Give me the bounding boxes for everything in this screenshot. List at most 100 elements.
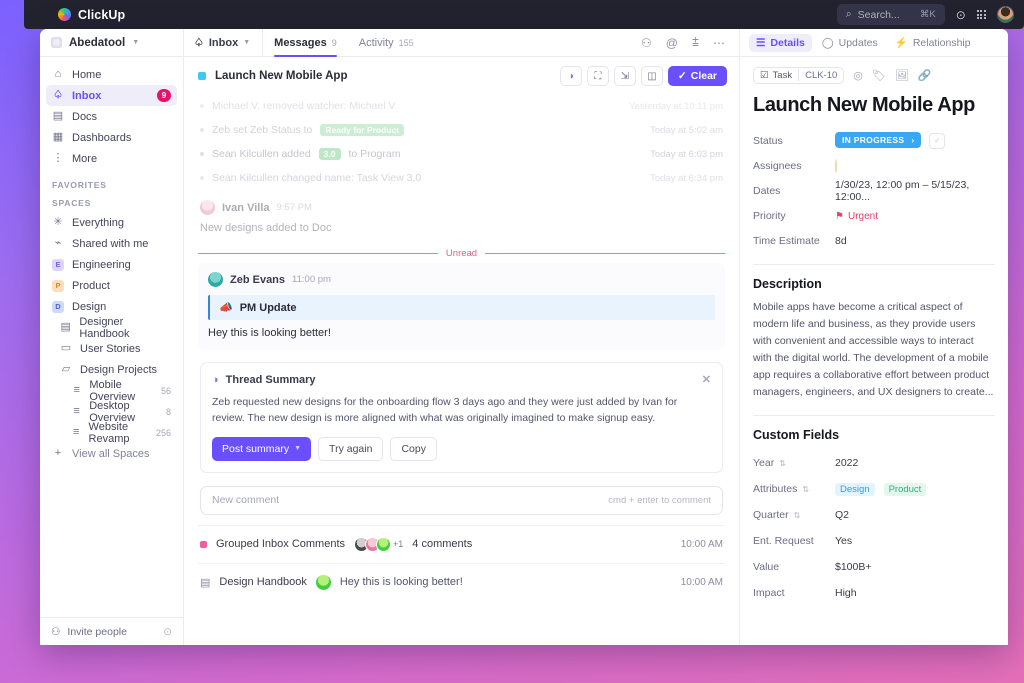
field-assignees[interactable]: Assignees bbox=[753, 153, 995, 178]
tab-updates[interactable]: ◯ Updates bbox=[815, 34, 885, 52]
field-time-estimate[interactable]: Time Estimate 8d bbox=[753, 228, 995, 253]
apps-grid-icon[interactable] bbox=[977, 10, 986, 19]
flag-icon: ⚑ bbox=[835, 211, 844, 222]
avatar[interactable] bbox=[997, 6, 1014, 23]
field-label-text: Year bbox=[753, 457, 774, 469]
tab-relationship[interactable]: ⚡ Relationship bbox=[888, 33, 978, 52]
view-all-spaces-button[interactable]: + View all Spaces bbox=[46, 443, 177, 464]
sidebar-item-everything[interactable]: ✳ Everything bbox=[46, 212, 177, 233]
copy-button[interactable]: Copy bbox=[390, 437, 437, 461]
divider-line bbox=[198, 253, 438, 254]
custom-field-year[interactable]: Year ⇅ 2022 bbox=[753, 450, 995, 476]
try-again-button[interactable]: Try again bbox=[318, 437, 383, 461]
link-icon[interactable]: 🔗 bbox=[918, 69, 932, 82]
more-vertical-icon: ⋮ bbox=[52, 153, 64, 164]
space-label: Product bbox=[72, 280, 110, 292]
message-ivan[interactable]: Ivan Villa 9:57 PM New designs added to … bbox=[198, 190, 725, 240]
panel-icon[interactable]: ◫ bbox=[641, 66, 663, 86]
workspace-switcher[interactable]: Abedatool ▼ bbox=[40, 29, 183, 57]
task-meta-row: ☑ Task CLK-10 ◎ 🏷 🖼 🔗 bbox=[753, 67, 995, 84]
sidebar-item-design[interactable]: D Design bbox=[46, 296, 177, 317]
field-value bbox=[835, 160, 837, 172]
list-item[interactable]: Grouped Inbox Comments +1 4 comments 10:… bbox=[198, 525, 725, 563]
sidebar-item-website-revamp[interactable]: ≡ Website Revamp 256 bbox=[46, 422, 177, 443]
activity-row[interactable]: Sean Kilcullen added 3.0 to Program Toda… bbox=[198, 142, 725, 166]
sidebar-item-mobile-overview[interactable]: ≡ Mobile Overview 56 bbox=[46, 380, 177, 401]
thread-scroll-area[interactable]: Michael V. removed watcher: Michael V. Y… bbox=[184, 94, 739, 645]
inbox-selector[interactable]: ♤ Inbox ▼ bbox=[194, 29, 263, 56]
search-input[interactable]: ⌕ Search... ⌘K bbox=[837, 4, 945, 25]
tab-activity[interactable]: Activity 155 bbox=[348, 29, 425, 56]
tab-label: Relationship bbox=[913, 37, 971, 49]
avatar[interactable] bbox=[835, 159, 837, 173]
expand-icon[interactable]: ⛶ bbox=[587, 66, 609, 86]
field-value: 1/30/23, 12:00 pm – 5/15/23, 12:00... bbox=[835, 179, 995, 203]
list-item[interactable]: ▤ Design Handbook Hey this is looking be… bbox=[198, 563, 725, 601]
close-icon[interactable]: ✕ bbox=[702, 373, 711, 386]
image-icon[interactable]: 🖼 bbox=[895, 69, 909, 82]
tab-details[interactable]: ☰ Details bbox=[749, 34, 812, 52]
collapse-icon[interactable]: ⇲ bbox=[614, 66, 636, 86]
field-status[interactable]: Status IN PROGRESS › ✓ bbox=[753, 128, 995, 153]
message-zeb[interactable]: Zeb Evans 11:00 pm 📣 PM Update Hey this … bbox=[198, 263, 725, 350]
new-comment-input[interactable]: New comment cmd + enter to comment bbox=[200, 486, 723, 515]
spaces-list: ✳ Everything ⌁ Shared with me E Engineer… bbox=[40, 212, 183, 464]
details-body[interactable]: ☑ Task CLK-10 ◎ 🏷 🖼 🔗 Launch New Mobile … bbox=[740, 57, 1008, 645]
help-circle-icon[interactable]: ⊙ bbox=[163, 626, 172, 638]
field-priority[interactable]: Priority ⚑ Urgent bbox=[753, 203, 995, 228]
activity-row[interactable]: Sean Kilcullen changed name: Task View 3… bbox=[198, 166, 725, 190]
brand[interactable]: ClickUp bbox=[58, 8, 125, 22]
tag-icon[interactable]: 🏷 bbox=[872, 69, 886, 82]
sidebar-item-inbox[interactable]: ♤ Inbox 9 bbox=[46, 85, 177, 106]
sidebar-item-user-stories[interactable]: ▭ User Stories bbox=[46, 338, 177, 359]
sidebar: Abedatool ▼ ⌂ Home ♤ Inbox 9 ▤ D bbox=[40, 29, 184, 645]
custom-field-impact[interactable]: Impact High bbox=[753, 580, 995, 606]
sidebar-item-shared-with-me[interactable]: ⌁ Shared with me bbox=[46, 233, 177, 254]
custom-field-attributes[interactable]: Attributes ⇅ Design Product bbox=[753, 476, 995, 502]
pm-update-banner: 📣 PM Update bbox=[208, 295, 715, 320]
sidebar-item-product[interactable]: P Product bbox=[46, 275, 177, 296]
sidebar-item-dashboards[interactable]: ▦ Dashboards bbox=[46, 127, 177, 148]
list-icon: ≡ bbox=[72, 406, 81, 417]
more-icon[interactable]: ⋯ bbox=[713, 36, 725, 50]
activity-row[interactable]: Michael V. removed watcher: Michael V. Y… bbox=[198, 94, 725, 118]
activity-row[interactable]: Zeb set Zeb Status to Ready for Product … bbox=[198, 118, 725, 142]
space-label: Engineering bbox=[72, 259, 131, 271]
list-icon: ≡ bbox=[72, 385, 81, 396]
message-time: 11:00 pm bbox=[292, 274, 331, 285]
custom-field-value[interactable]: Value $100B+ bbox=[753, 554, 995, 580]
details-panel: ☰ Details ◯ Updates ⚡ Relationship bbox=[740, 29, 1008, 645]
person-add-icon: ⚇ bbox=[51, 626, 60, 638]
sidebar-item-desktop-overview[interactable]: ≡ Desktop Overview 8 bbox=[46, 401, 177, 422]
filter-icon[interactable]: ⩲ bbox=[692, 35, 699, 50]
task-icon: ☑ bbox=[760, 70, 769, 81]
sidebar-item-home[interactable]: ⌂ Home bbox=[46, 64, 177, 85]
space-avatar-icon: D bbox=[52, 301, 64, 313]
custom-field-ent-request[interactable]: Ent. Request Yes bbox=[753, 528, 995, 554]
sidebar-item-docs[interactable]: ▤ Docs bbox=[46, 106, 177, 127]
invite-people-button[interactable]: ⚇ Invite people ⊙ bbox=[40, 617, 183, 645]
sidebar-item-designer-handbook[interactable]: ▤ Designer Handbook bbox=[46, 317, 177, 338]
message-author-row: Ivan Villa 9:57 PM bbox=[200, 200, 723, 215]
sidebar-item-more[interactable]: ⋮ More bbox=[46, 148, 177, 169]
sidebar-item-engineering[interactable]: E Engineering bbox=[46, 254, 177, 275]
tab-messages[interactable]: Messages 9 bbox=[263, 29, 348, 56]
mention-icon[interactable]: @ bbox=[666, 36, 678, 50]
clear-button[interactable]: ✓ Clear bbox=[668, 66, 727, 86]
complete-checkbox[interactable]: ✓ bbox=[929, 133, 945, 149]
help-icon[interactable]: ⊙ bbox=[956, 9, 966, 21]
task-type-pill[interactable]: ☑ Task CLK-10 bbox=[753, 67, 844, 84]
custom-field-quarter[interactable]: Quarter ⇅ Q2 bbox=[753, 502, 995, 528]
app-window: Abedatool ▼ ⌂ Home ♤ Inbox 9 ▤ D bbox=[40, 29, 1008, 645]
target-icon[interactable]: ◎ bbox=[853, 69, 863, 82]
link-icon: ⚡ bbox=[895, 36, 908, 49]
sidebar-item-design-projects[interactable]: ▱ Design Projects bbox=[46, 359, 177, 380]
space-avatar-icon: E bbox=[52, 259, 64, 271]
post-summary-button[interactable]: Post summary ▼ bbox=[212, 437, 311, 461]
status-badge[interactable]: IN PROGRESS › bbox=[835, 132, 921, 148]
field-dates[interactable]: Dates 1/30/23, 12:00 pm – 5/15/23, 12:00… bbox=[753, 178, 995, 203]
ai-icon[interactable]: ◑ bbox=[560, 66, 582, 86]
person-icon[interactable]: ⚇ bbox=[641, 36, 652, 50]
space-label: Design Projects bbox=[80, 364, 157, 376]
bullet-icon bbox=[200, 128, 204, 132]
